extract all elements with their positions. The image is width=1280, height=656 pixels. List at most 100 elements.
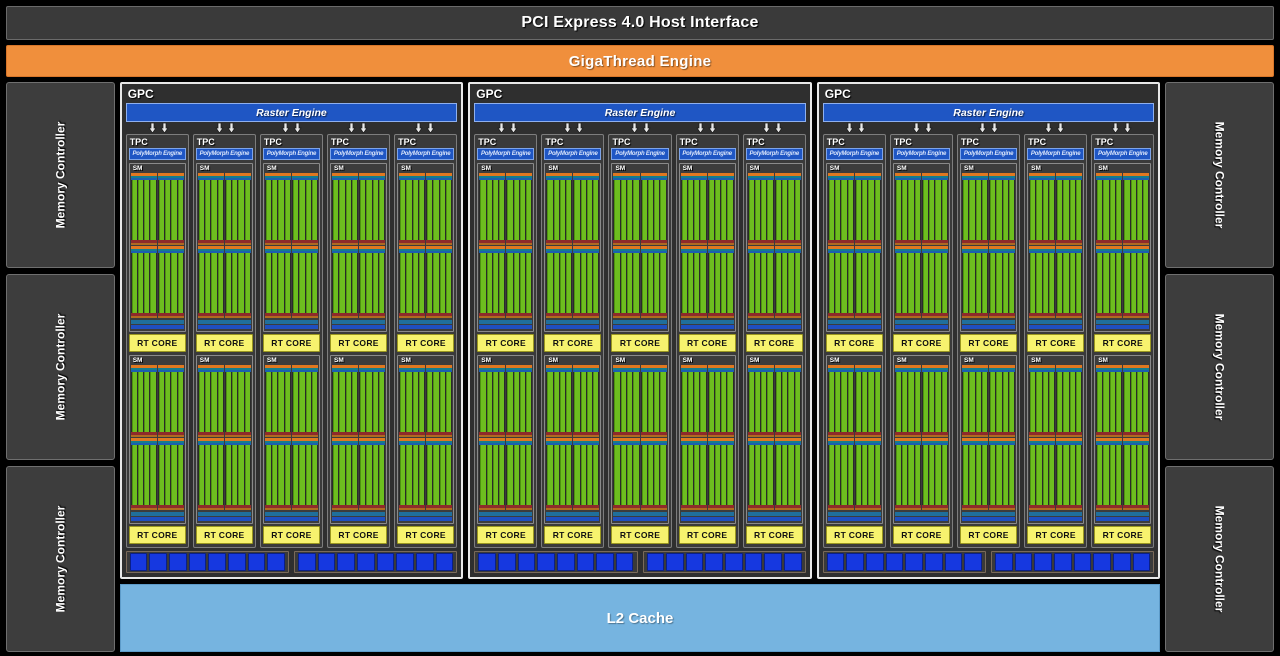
cuda-core-column: [914, 372, 920, 432]
cuda-core-array: [399, 372, 425, 432]
sm-shared-memory-region: [747, 510, 801, 522]
l1-data-cache-band: [1029, 512, 1083, 516]
cuda-core-array: [922, 253, 948, 313]
cuda-core-column: [996, 372, 1002, 432]
sm-unit: SM RT CORE: [330, 163, 388, 352]
sm-processing-block: [399, 438, 426, 510]
l1-data-cache-band: [130, 512, 184, 516]
rop-unit: [826, 553, 845, 571]
sm-partitions: [962, 173, 1016, 318]
cuda-core-column: [177, 372, 183, 432]
cuda-core-column: [694, 253, 700, 313]
cuda-core-array: [1056, 253, 1082, 313]
cuda-core-column: [935, 180, 941, 240]
cuda-core-column: [929, 445, 935, 505]
cuda-core-column: [761, 253, 767, 313]
cuda-core-column: [969, 180, 975, 240]
sm-processing-block: [197, 246, 224, 318]
cuda-core-column: [238, 445, 244, 505]
l1-data-cache-band: [747, 512, 801, 516]
down-arrow-icon: [1056, 123, 1066, 133]
sm-shared-memory-region: [197, 510, 251, 522]
sm-processing-block: [989, 438, 1016, 510]
sm-processing-block: [680, 438, 707, 510]
l1-data-cache-band: [1096, 320, 1150, 324]
cuda-core-column: [492, 253, 499, 313]
rt-core-block: RT CORE: [1027, 526, 1085, 544]
l1-data-cache-band: [130, 320, 184, 324]
cuda-core-column: [1008, 180, 1015, 240]
down-arrow-icon: [1111, 123, 1120, 133]
cuda-core-column: [211, 372, 217, 432]
sm-partitions: [130, 173, 184, 318]
cuda-core-column: [211, 180, 217, 240]
cuda-core-column: [1136, 180, 1143, 240]
texture-processing-cluster: TPC PolyMorph Engine SM RT CORE SM RT CORE: [474, 134, 538, 548]
sm-processing-block: [546, 365, 573, 437]
sm-processing-block: [479, 173, 506, 245]
texture-unit-band: [399, 435, 426, 437]
down-arrow-icon: [629, 123, 639, 133]
shared-memory-band: [479, 325, 533, 329]
cuda-core-array: [828, 445, 854, 505]
cuda-core-column: [929, 372, 935, 432]
cuda-core-column: [292, 445, 299, 505]
sm-unit: SM RT CORE: [1094, 355, 1152, 544]
sm-processing-block: [640, 438, 667, 510]
l1-data-cache-band: [962, 512, 1016, 516]
sm-shared-memory-region: [1096, 318, 1150, 330]
texture-unit-band: [747, 243, 774, 245]
polymorph-engine-bar: PolyMorph Engine: [611, 148, 669, 160]
sm-unit: SM RT CORE: [892, 163, 950, 352]
cuda-core-array: [158, 253, 184, 313]
cuda-core-column: [1036, 445, 1042, 505]
sm-shared-memory-region: [827, 318, 881, 330]
cuda-core-column: [1075, 372, 1082, 432]
cuda-core-array: [479, 372, 505, 432]
texture-unit-band: [894, 243, 921, 245]
cuda-core-column: [874, 180, 880, 240]
texture-unit-band: [359, 435, 386, 437]
cuda-core-column: [574, 372, 580, 432]
texture-processing-cluster: TPC PolyMorph Engine SM RT CORE SM RT CORE: [889, 134, 953, 548]
cuda-core-column: [372, 253, 378, 313]
sm-partition-row: [130, 173, 184, 245]
sm-processing-block: [573, 173, 600, 245]
texture-unit-band: [613, 243, 640, 245]
cuda-core-column: [217, 445, 223, 505]
sm-partition-row: [332, 173, 386, 245]
cuda-core-column: [272, 253, 278, 313]
cuda-core-array: [895, 445, 921, 505]
shared-memory-band: [962, 325, 1016, 329]
cuda-core-column: [700, 372, 706, 432]
tpc-label: TPC: [612, 137, 631, 147]
texture-unit-band: [197, 243, 224, 245]
cuda-core-column: [406, 445, 412, 505]
cuda-core-array: [1029, 372, 1055, 432]
rop-unit: [784, 553, 802, 571]
cuda-core-column: [351, 372, 358, 432]
raster-to-tpc-connector: [955, 122, 1021, 134]
rop-unit: [646, 553, 665, 571]
gpu-die-diagram: PCI Express 4.0 Host Interface GigaThrea…: [0, 0, 1280, 656]
sm-processing-block: [332, 246, 359, 318]
polymorph-engine-bar: PolyMorph Engine: [262, 148, 321, 160]
cuda-core-array: [506, 253, 532, 313]
sm-processing-block: [479, 438, 506, 510]
sm-stack: SM RT CORE SM RT CORE: [1094, 163, 1152, 544]
cuda-core-array: [158, 180, 184, 240]
sm-processing-block: [224, 246, 251, 318]
sm-processing-block: [224, 438, 251, 510]
cuda-core-array: [1123, 372, 1149, 432]
cuda-core-column: [633, 445, 639, 505]
cuda-core-array: [225, 445, 251, 505]
sm-processing-block: [264, 173, 291, 245]
cuda-core-column: [238, 253, 244, 313]
rop-group: [822, 551, 987, 573]
cuda-core-column: [427, 253, 433, 313]
cuda-core-array: [748, 180, 774, 240]
cuda-core-column: [144, 445, 150, 505]
sm-shared-memory-region: [130, 510, 184, 522]
cuda-core-column: [1103, 180, 1109, 240]
cuda-core-array: [198, 253, 224, 313]
